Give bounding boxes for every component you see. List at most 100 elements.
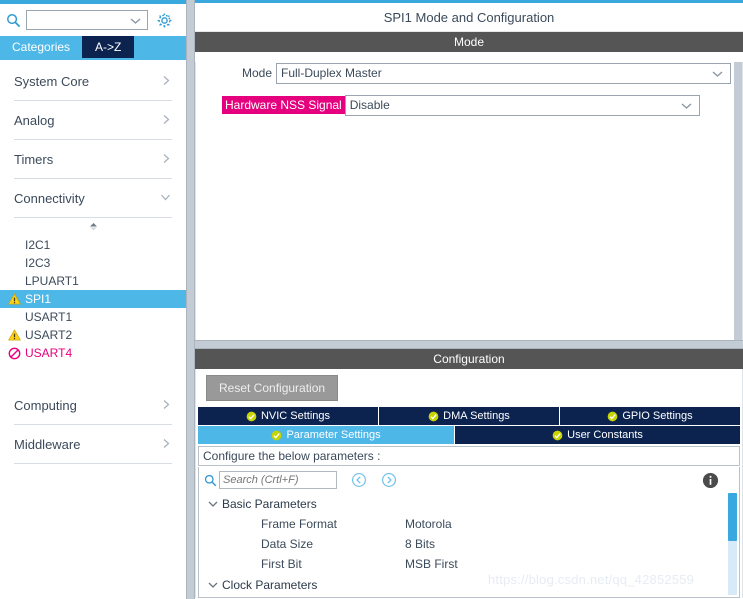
chevron-right-icon [161,437,172,452]
mode-section-header: Mode [195,32,743,52]
hardware-nss-signal-label: Hardware NSS Signal [222,96,345,114]
warning-triangle-icon [7,293,21,305]
sidebar-item-usart2-label: USART2 [25,328,73,342]
sidebar-item-i2c1[interactable]: I2C1 [0,236,186,254]
connectivity-peripheral-list: I2C1 I2C3 LPUART1 SPI1 USART1 USART2 USA… [0,236,186,362]
chevron-down-icon [206,499,220,509]
parameters-toolbar [199,467,739,493]
reset-configuration-button[interactable]: Reset Configuration [206,375,339,401]
tab-nvic-settings-label: NVIC Settings [260,410,331,422]
table-row[interactable]: Data Size 8 Bits [199,534,739,554]
category-sidebar: Categories A->Z System Core Analog Timer [0,4,186,599]
sidebar-search-row [0,6,186,34]
sidebar-group-timers[interactable]: Timers [14,140,172,179]
sidebar-search-combobox[interactable] [26,10,148,30]
tab-a-to-z-label: A->Z [95,40,122,54]
tab-dma-settings-label: DMA Settings [443,410,510,422]
sidebar-group-connectivity[interactable]: Connectivity [14,179,172,218]
hardware-nss-row: Hardware NSS Signal Disable [196,94,742,116]
chevron-down-icon [206,580,220,590]
table-row[interactable]: Prescaler (for Baud Rate) 2 [199,595,739,597]
sidebar-item-usart2[interactable]: USART2 [0,326,186,344]
tab-parameter-settings[interactable]: Parameter Settings [198,426,456,444]
configuration-section-body: Reset Configuration NVIC Settings DMA Se… [195,369,743,598]
sidebar-item-i2c3[interactable]: I2C3 [0,254,186,272]
sidebar-group-analog-label: Analog [14,112,55,128]
configuration-section-header: Configuration [195,349,743,369]
parameters-panel: Basic Parameters Frame Format Motorola D… [198,467,740,598]
circle-right-arrow-icon[interactable] [381,472,397,488]
parameter-group-clock-parameters[interactable]: Clock Parameters [199,574,739,595]
sidebar-item-usart4-label: USART4 [25,346,73,360]
config-tab-row-bottom: Parameter Settings User Constants [198,426,740,444]
parameters-scrollbar-track[interactable] [728,493,737,595]
sidebar-item-lpuart1[interactable]: LPUART1 [0,272,186,290]
parameter-group-basic-parameters[interactable]: Basic Parameters [199,493,739,514]
sidebar-group-timers-label: Timers [14,151,54,167]
sublist-scroll-up-indicator[interactable] [0,218,186,236]
gear-icon[interactable] [156,12,173,29]
parameter-group-basic-parameters-label: Basic Parameters [222,496,317,511]
reset-row: Reset Configuration [196,369,742,407]
parameter-group-clock-parameters-label: Clock Parameters [222,577,318,592]
sidebar-item-i2c3-label: I2C3 [25,256,51,270]
check-circle-icon [246,411,257,422]
param-frame-format-label: Frame Format [261,517,338,531]
sidebar-item-spi1[interactable]: SPI1 [0,290,186,308]
parameter-rows: Basic Parameters Frame Format Motorola D… [199,493,739,597]
horizontal-splitter[interactable] [195,340,743,349]
table-row[interactable]: First Bit MSB First [199,554,739,574]
sidebar-group-middleware[interactable]: Middleware [14,425,172,464]
mode-label: Mode [241,66,272,80]
cubemx-window: Categories A->Z System Core Analog Timer [0,0,743,599]
mode-section-body: Mode Full-Duplex Master Hardware NSS Sig… [195,62,743,340]
sidebar-group-system-core[interactable]: System Core [14,62,172,101]
hardware-nss-select[interactable]: Disable [344,94,700,116]
panel-splitter[interactable] [186,0,195,599]
sidebar-item-usart1-label: USART1 [25,310,73,324]
page-title: SPI1 Mode and Configuration [195,3,743,32]
chevron-down-icon [680,99,693,113]
parameters-search-input[interactable] [219,471,337,489]
sidebar-item-spi1-label: SPI1 [25,292,52,306]
tab-nvic-settings[interactable]: NVIC Settings [198,407,379,425]
chevron-right-icon [161,398,172,413]
tab-categories-label: Categories [12,40,71,54]
mode-row: Mode Full-Duplex Master [196,62,742,84]
config-tab-row-top: NVIC Settings DMA Settings GPIO Settings [198,407,740,425]
sidebar-item-usart4[interactable]: USART4 [0,344,186,362]
mode-scrollbar[interactable] [734,62,742,340]
mode-select-value: Full-Duplex Master [281,66,382,80]
sidebar-group-connectivity-label: Connectivity [14,190,85,206]
sidebar-item-usart1[interactable]: USART1 [0,308,186,326]
tab-a-to-z[interactable]: A->Z [82,36,135,58]
check-circle-icon [607,411,618,422]
circle-left-arrow-icon[interactable] [351,472,367,488]
configuration-panel: SPI1 Mode and Configuration Mode Mode Fu… [195,3,743,599]
tab-categories[interactable]: Categories [0,36,83,58]
tab-dma-settings[interactable]: DMA Settings [379,407,560,425]
tab-gpio-settings-label: GPIO Settings [622,410,693,422]
sidebar-group-computing[interactable]: Computing [14,386,172,425]
info-icon[interactable] [702,472,719,489]
sidebar-search-input[interactable] [27,12,133,28]
warning-triangle-icon [7,329,21,341]
tab-user-constants-label: User Constants [567,429,643,441]
tab-parameter-settings-label: Parameter Settings [286,429,381,441]
mode-select[interactable]: Full-Duplex Master [276,62,731,84]
check-circle-icon [552,430,563,441]
parameters-scrollbar-thumb[interactable] [728,493,737,541]
sidebar-tab-bar: Categories A->Z [0,36,186,60]
sidebar-group-system-core-label: System Core [14,73,90,89]
category-list: System Core Analog Timers Connectivity I… [0,62,186,599]
configure-parameters-note: Configure the below parameters : [198,446,740,466]
tab-user-constants[interactable]: User Constants [455,426,740,444]
chevron-right-icon [161,152,172,167]
table-row[interactable]: Frame Format Motorola [199,514,739,534]
sidebar-group-middleware-label: Middleware [14,436,81,452]
tab-gpio-settings[interactable]: GPIO Settings [560,407,740,425]
chevron-down-icon [711,67,724,81]
chevron-down-icon[interactable] [129,14,142,28]
sidebar-group-analog[interactable]: Analog [14,101,172,140]
